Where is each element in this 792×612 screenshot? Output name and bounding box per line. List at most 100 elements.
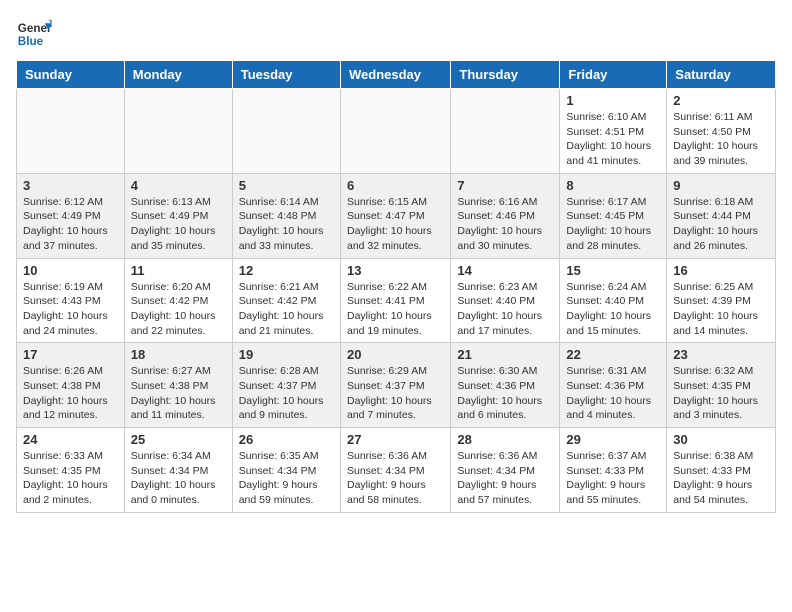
calendar-header-row: SundayMondayTuesdayWednesdayThursdayFrid… <box>17 61 776 89</box>
day-of-week-header: Sunday <box>17 61 125 89</box>
day-info: Sunrise: 6:30 AM Sunset: 4:36 PM Dayligh… <box>457 364 553 423</box>
day-info: Sunrise: 6:37 AM Sunset: 4:33 PM Dayligh… <box>566 449 660 508</box>
day-info: Sunrise: 6:13 AM Sunset: 4:49 PM Dayligh… <box>131 195 226 254</box>
day-number: 10 <box>23 263 118 278</box>
day-info: Sunrise: 6:17 AM Sunset: 4:45 PM Dayligh… <box>566 195 660 254</box>
day-info: Sunrise: 6:22 AM Sunset: 4:41 PM Dayligh… <box>347 280 444 339</box>
day-number: 9 <box>673 178 769 193</box>
calendar-cell <box>340 89 450 174</box>
calendar-cell: 15 Sunrise: 6:24 AM Sunset: 4:40 PM Dayli… <box>560 258 667 343</box>
day-number: 28 <box>457 432 553 447</box>
day-of-week-header: Friday <box>560 61 667 89</box>
calendar-cell: 9Sunrise: 6:18 AM Sunset: 4:44 PM Daylig… <box>667 173 776 258</box>
day-info: Sunrise: 6:36 AM Sunset: 4:34 PM Dayligh… <box>347 449 444 508</box>
logo: General Blue <box>16 16 52 52</box>
calendar-cell: 28 Sunrise: 6:36 AM Sunset: 4:34 PM Dayli… <box>451 428 560 513</box>
calendar-cell: 5 Sunrise: 6:14 AM Sunset: 4:48 PM Daylig… <box>232 173 340 258</box>
day-number: 15 <box>566 263 660 278</box>
day-number: 21 <box>457 347 553 362</box>
day-number: 4 <box>131 178 226 193</box>
calendar-cell: 7 Sunrise: 6:16 AM Sunset: 4:46 PM Daylig… <box>451 173 560 258</box>
day-number: 17 <box>23 347 118 362</box>
day-info: Sunrise: 6:31 AM Sunset: 4:36 PM Dayligh… <box>566 364 660 423</box>
calendar-cell: 11 Sunrise: 6:20 AM Sunset: 4:42 PM Dayli… <box>124 258 232 343</box>
day-info: Sunrise: 6:25 AM Sunset: 4:39 PM Dayligh… <box>673 280 769 339</box>
calendar-cell: 6 Sunrise: 6:15 AM Sunset: 4:47 PM Daylig… <box>340 173 450 258</box>
day-number: 7 <box>457 178 553 193</box>
day-of-week-header: Saturday <box>667 61 776 89</box>
calendar-cell: 17 Sunrise: 6:26 AM Sunset: 4:38 PM Dayli… <box>17 343 125 428</box>
calendar-cell: 14Sunrise: 6:23 AM Sunset: 4:40 PM Dayli… <box>451 258 560 343</box>
calendar-cell: 22 Sunrise: 6:31 AM Sunset: 4:36 PM Dayli… <box>560 343 667 428</box>
calendar-cell: 12 Sunrise: 6:21 AM Sunset: 4:42 PM Dayli… <box>232 258 340 343</box>
logo-icon: General Blue <box>16 16 52 52</box>
day-of-week-header: Tuesday <box>232 61 340 89</box>
day-number: 25 <box>131 432 226 447</box>
day-info: Sunrise: 6:12 AM Sunset: 4:49 PM Dayligh… <box>23 195 118 254</box>
calendar-cell <box>451 89 560 174</box>
day-info: Sunrise: 6:14 AM Sunset: 4:48 PM Dayligh… <box>239 195 334 254</box>
day-info: Sunrise: 6:36 AM Sunset: 4:34 PM Dayligh… <box>457 449 553 508</box>
day-of-week-header: Thursday <box>451 61 560 89</box>
day-info: Sunrise: 6:10 AM Sunset: 4:51 PM Dayligh… <box>566 110 660 169</box>
calendar-cell: 29 Sunrise: 6:37 AM Sunset: 4:33 PM Dayli… <box>560 428 667 513</box>
calendar-cell: 16 Sunrise: 6:25 AM Sunset: 4:39 PM Dayli… <box>667 258 776 343</box>
day-info: Sunrise: 6:16 AM Sunset: 4:46 PM Dayligh… <box>457 195 553 254</box>
day-number: 11 <box>131 263 226 278</box>
day-number: 6 <box>347 178 444 193</box>
day-info: Sunrise: 6:38 AM Sunset: 4:33 PM Dayligh… <box>673 449 769 508</box>
calendar-cell: 20 Sunrise: 6:29 AM Sunset: 4:37 PM Dayli… <box>340 343 450 428</box>
day-info: Sunrise: 6:15 AM Sunset: 4:47 PM Dayligh… <box>347 195 444 254</box>
day-of-week-header: Wednesday <box>340 61 450 89</box>
svg-text:Blue: Blue <box>18 35 44 48</box>
calendar-cell: 10 Sunrise: 6:19 AM Sunset: 4:43 PM Dayli… <box>17 258 125 343</box>
calendar-cell: 21 Sunrise: 6:30 AM Sunset: 4:36 PM Dayli… <box>451 343 560 428</box>
day-number: 5 <box>239 178 334 193</box>
calendar-week-row: 10 Sunrise: 6:19 AM Sunset: 4:43 PM Dayli… <box>17 258 776 343</box>
day-number: 27 <box>347 432 444 447</box>
day-info: Sunrise: 6:27 AM Sunset: 4:38 PM Dayligh… <box>131 364 226 423</box>
day-info: Sunrise: 6:33 AM Sunset: 4:35 PM Dayligh… <box>23 449 118 508</box>
calendar-cell: 2 Sunrise: 6:11 AM Sunset: 4:50 PM Daylig… <box>667 89 776 174</box>
day-number: 22 <box>566 347 660 362</box>
day-info: Sunrise: 6:24 AM Sunset: 4:40 PM Dayligh… <box>566 280 660 339</box>
day-number: 1 <box>566 93 660 108</box>
calendar-week-row: 1 Sunrise: 6:10 AM Sunset: 4:51 PM Daylig… <box>17 89 776 174</box>
day-number: 16 <box>673 263 769 278</box>
day-info: Sunrise: 6:34 AM Sunset: 4:34 PM Dayligh… <box>131 449 226 508</box>
day-number: 24 <box>23 432 118 447</box>
calendar-cell: 3 Sunrise: 6:12 AM Sunset: 4:49 PM Daylig… <box>17 173 125 258</box>
day-info: Sunrise: 6:26 AM Sunset: 4:38 PM Dayligh… <box>23 364 118 423</box>
calendar-cell <box>124 89 232 174</box>
day-number: 19 <box>239 347 334 362</box>
day-number: 18 <box>131 347 226 362</box>
day-info: Sunrise: 6:35 AM Sunset: 4:34 PM Dayligh… <box>239 449 334 508</box>
day-info: Sunrise: 6:19 AM Sunset: 4:43 PM Dayligh… <box>23 280 118 339</box>
day-number: 26 <box>239 432 334 447</box>
day-number: 20 <box>347 347 444 362</box>
calendar-cell: 27 Sunrise: 6:36 AM Sunset: 4:34 PM Dayli… <box>340 428 450 513</box>
day-info: Sunrise: 6:20 AM Sunset: 4:42 PM Dayligh… <box>131 280 226 339</box>
calendar-cell <box>17 89 125 174</box>
calendar-cell: 18 Sunrise: 6:27 AM Sunset: 4:38 PM Dayli… <box>124 343 232 428</box>
calendar-cell: 30 Sunrise: 6:38 AM Sunset: 4:33 PM Dayli… <box>667 428 776 513</box>
day-number: 29 <box>566 432 660 447</box>
calendar-week-row: 24 Sunrise: 6:33 AM Sunset: 4:35 PM Dayli… <box>17 428 776 513</box>
day-info: Sunrise: 6:11 AM Sunset: 4:50 PM Dayligh… <box>673 110 769 169</box>
day-info: Sunrise: 6:32 AM Sunset: 4:35 PM Dayligh… <box>673 364 769 423</box>
calendar-cell: 1 Sunrise: 6:10 AM Sunset: 4:51 PM Daylig… <box>560 89 667 174</box>
day-info: Sunrise: 6:29 AM Sunset: 4:37 PM Dayligh… <box>347 364 444 423</box>
day-number: 13 <box>347 263 444 278</box>
calendar-cell: 13 Sunrise: 6:22 AM Sunset: 4:41 PM Dayli… <box>340 258 450 343</box>
page-header: General Blue <box>16 16 776 52</box>
day-info: Sunrise: 6:21 AM Sunset: 4:42 PM Dayligh… <box>239 280 334 339</box>
day-number: 2 <box>673 93 769 108</box>
calendar-cell: 25 Sunrise: 6:34 AM Sunset: 4:34 PM Dayli… <box>124 428 232 513</box>
day-number: 8 <box>566 178 660 193</box>
day-number: 30 <box>673 432 769 447</box>
calendar-cell: 24 Sunrise: 6:33 AM Sunset: 4:35 PM Dayli… <box>17 428 125 513</box>
day-number: 3 <box>23 178 118 193</box>
day-number: 23 <box>673 347 769 362</box>
day-of-week-header: Monday <box>124 61 232 89</box>
day-number: 12 <box>239 263 334 278</box>
